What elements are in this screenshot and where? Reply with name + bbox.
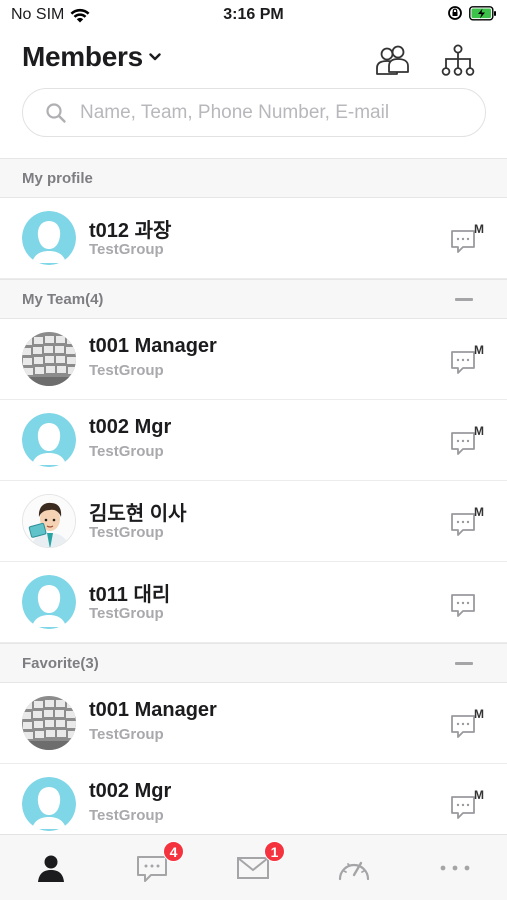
member-name: t001 Manager (89, 335, 217, 357)
header: Members (0, 32, 507, 88)
group-button[interactable] (373, 40, 413, 80)
member-name: t012 과장 (89, 220, 172, 242)
person-icon (37, 855, 64, 882)
section-header-my-profile: My profile (0, 158, 507, 198)
tab-mail[interactable]: 1 (202, 835, 303, 900)
tab-bar: 4 1 (0, 834, 507, 900)
collapse-button[interactable] (455, 298, 473, 301)
message-mobile-icon[interactable]: M (449, 788, 485, 822)
mail-icon (236, 857, 269, 879)
avatar (22, 575, 76, 629)
message-mobile-icon[interactable]: M (449, 707, 485, 741)
message-mobile-icon[interactable]: M (449, 222, 485, 256)
mobile-letter: M (474, 788, 484, 802)
battery-icon (469, 5, 496, 21)
member-group: TestGroup (89, 726, 164, 743)
mail-badge: 1 (264, 841, 285, 862)
members-dropdown[interactable]: Members (22, 41, 161, 73)
tab-chat[interactable]: 4 (101, 835, 202, 900)
section-label: Favorite(3) (22, 655, 99, 672)
page-title: Members (22, 41, 143, 72)
mobile-letter: M (474, 424, 484, 438)
chat-icon (136, 856, 167, 882)
list-item[interactable]: t001 Manager TestGroup M (0, 319, 507, 400)
section-header-my-team: My Team(4) (0, 279, 507, 319)
tab-more[interactable] (404, 835, 505, 900)
keyboard-photo-icon (22, 696, 76, 750)
avatar (22, 332, 76, 386)
member-name: t002 Mgr (89, 416, 172, 438)
list-item[interactable]: t011 대리 TestGroup (0, 562, 507, 643)
member-list: My profile t012 과장 TestGroup M My Team(4… (0, 158, 507, 845)
default-avatar-icon (22, 777, 76, 831)
keyboard-photo-icon (22, 332, 76, 386)
member-group: TestGroup (89, 605, 164, 622)
avatar (22, 211, 76, 265)
member-group: TestGroup (89, 443, 164, 460)
member-name: t002 Mgr (89, 780, 172, 802)
group-people-icon (376, 45, 409, 75)
search-input[interactable] (80, 101, 460, 124)
more-icon (440, 865, 469, 871)
message-mobile-icon[interactable]: M (449, 424, 485, 458)
mobile-letter: M (474, 505, 484, 519)
section-label: My Team(4) (22, 291, 104, 308)
member-group: TestGroup (89, 524, 164, 541)
tab-dashboard[interactable] (303, 835, 404, 900)
tab-members[interactable] (0, 835, 101, 900)
mobile-letter: M (474, 707, 484, 721)
status-right (447, 5, 497, 21)
chat-badge: 4 (163, 841, 184, 862)
member-group: TestGroup (89, 362, 164, 379)
avatar (22, 777, 76, 831)
list-item[interactable]: t002 Mgr TestGroup M (0, 764, 507, 845)
mobile-letter: M (474, 343, 484, 357)
avatar (22, 494, 76, 548)
avatar (22, 413, 76, 467)
member-name: t011 대리 (89, 584, 171, 606)
member-name: t001 Manager (89, 699, 217, 721)
search-bar[interactable] (22, 88, 486, 137)
status-bar: No SIM 3:16 PM (0, 0, 507, 32)
avatar (22, 696, 76, 750)
default-avatar-icon (22, 575, 76, 629)
org-chart-button[interactable] (438, 40, 478, 80)
default-avatar-icon (22, 211, 76, 265)
section-header-favorite: Favorite(3) (0, 643, 507, 683)
member-group: TestGroup (89, 241, 164, 258)
status-time: 3:16 PM (223, 6, 284, 23)
message-icon[interactable] (449, 586, 485, 620)
message-mobile-icon[interactable]: M (449, 505, 485, 539)
member-group: TestGroup (89, 807, 164, 824)
section-label: My profile (22, 170, 93, 187)
list-item[interactable]: t002 Mgr TestGroup M (0, 400, 507, 481)
speedometer-icon (338, 861, 369, 881)
collapse-button[interactable] (455, 662, 473, 665)
list-item[interactable]: 김도현 이사 TestGroup M (0, 481, 507, 562)
list-item[interactable]: t001 Manager TestGroup M (0, 683, 507, 764)
cartoon-person-icon (23, 495, 75, 547)
list-item[interactable]: t012 과장 TestGroup M (0, 198, 507, 279)
chevron-down-icon (149, 53, 161, 61)
default-avatar-icon (22, 413, 76, 467)
mobile-letter: M (474, 222, 484, 236)
search-icon (46, 102, 66, 123)
orientation-lock-icon (448, 6, 462, 20)
org-chart-icon (441, 44, 475, 76)
message-mobile-icon[interactable]: M (449, 343, 485, 377)
member-name: 김도현 이사 (89, 503, 187, 525)
